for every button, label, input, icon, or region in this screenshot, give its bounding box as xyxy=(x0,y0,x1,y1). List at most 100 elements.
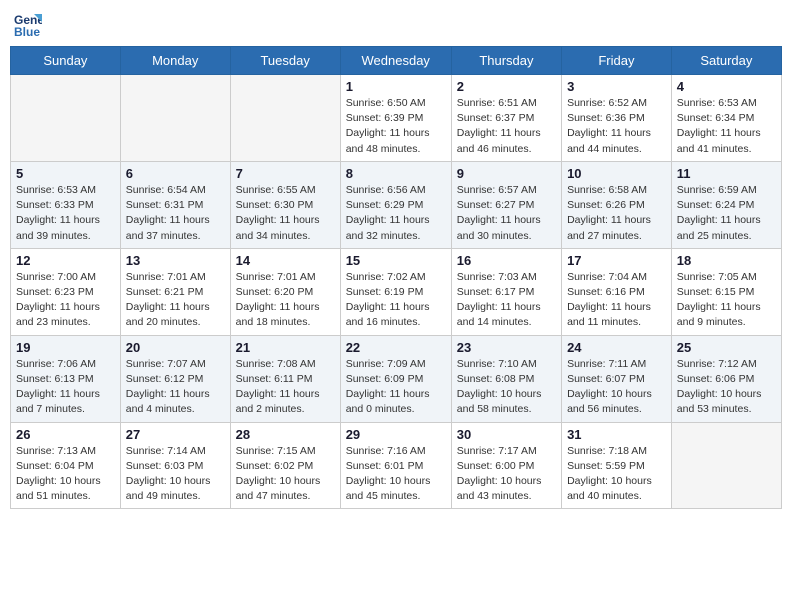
day-number: 27 xyxy=(126,427,225,442)
day-info: Sunrise: 7:04 AM Sunset: 6:16 PM Dayligh… xyxy=(567,270,666,331)
calendar-cell: 20 Sunrise: 7:07 AM Sunset: 6:12 PM Dayli… xyxy=(120,335,230,422)
calendar-cell: 7 Sunrise: 6:55 AM Sunset: 6:30 PM Daylig… xyxy=(230,161,340,248)
day-info: Sunrise: 7:12 AM Sunset: 6:06 PM Dayligh… xyxy=(677,357,776,418)
weekday-header-row: SundayMondayTuesdayWednesdayThursdayFrid… xyxy=(11,47,782,75)
calendar-cell: 17Sunrise: 7:04 AM Sunset: 6:16 PM Dayli… xyxy=(562,248,672,335)
day-number: 16 xyxy=(457,253,556,268)
calendar-cell: 23 Sunrise: 7:10 AM Sunset: 6:08 PM Dayli… xyxy=(451,335,561,422)
day-number: 4 xyxy=(677,79,776,94)
day-number: 28 xyxy=(236,427,335,442)
day-number: 30 xyxy=(457,427,556,442)
day-number: 2 xyxy=(457,79,556,94)
day-number: 11 xyxy=(677,166,776,181)
calendar-cell: 3 Sunrise: 6:52 AM Sunset: 6:36 PM Daylig… xyxy=(562,75,672,162)
day-info: Sunrise: 6:56 AM Sunset: 6:29 PM Dayligh… xyxy=(346,183,446,244)
day-info: Sunrise: 7:01 AM Sunset: 6:21 PM Dayligh… xyxy=(126,270,225,331)
week-row-5: 26Sunrise: 7:13 AM Sunset: 6:04 PM Dayli… xyxy=(11,422,782,509)
weekday-header-saturday: Saturday xyxy=(671,47,781,75)
calendar-cell: 19 Sunrise: 7:06 AM Sunset: 6:13 PM Dayli… xyxy=(11,335,121,422)
day-number: 18 xyxy=(677,253,776,268)
day-info: Sunrise: 7:09 AM Sunset: 6:09 PM Dayligh… xyxy=(346,357,446,418)
calendar-cell: 18 Sunrise: 7:05 AM Sunset: 6:15 PM Dayli… xyxy=(671,248,781,335)
calendar-cell xyxy=(11,75,121,162)
day-info: Sunrise: 7:16 AM Sunset: 6:01 PM Dayligh… xyxy=(346,444,446,505)
calendar-cell: 28 Sunrise: 7:15 AM Sunset: 6:02 PM Dayli… xyxy=(230,422,340,509)
day-number: 20 xyxy=(126,340,225,355)
day-info: Sunrise: 6:57 AM Sunset: 6:27 PM Dayligh… xyxy=(457,183,556,244)
day-number: 10 xyxy=(567,166,666,181)
calendar-cell: 11 Sunrise: 6:59 AM Sunset: 6:24 PM Dayli… xyxy=(671,161,781,248)
calendar-cell: 21Sunrise: 7:08 AM Sunset: 6:11 PM Dayli… xyxy=(230,335,340,422)
day-number: 14 xyxy=(236,253,335,268)
day-number: 3 xyxy=(567,79,666,94)
calendar-cell: 12 Sunrise: 7:00 AM Sunset: 6:23 PM Dayli… xyxy=(11,248,121,335)
calendar-cell: 16 Sunrise: 7:03 AM Sunset: 6:17 PM Dayli… xyxy=(451,248,561,335)
day-info: Sunrise: 7:03 AM Sunset: 6:17 PM Dayligh… xyxy=(457,270,556,331)
day-info: Sunrise: 6:51 AM Sunset: 6:37 PM Dayligh… xyxy=(457,96,556,157)
day-info: Sunrise: 6:52 AM Sunset: 6:36 PM Dayligh… xyxy=(567,96,666,157)
calendar-cell xyxy=(120,75,230,162)
day-number: 23 xyxy=(457,340,556,355)
weekday-header-friday: Friday xyxy=(562,47,672,75)
day-info: Sunrise: 7:01 AM Sunset: 6:20 PM Dayligh… xyxy=(236,270,335,331)
day-info: Sunrise: 7:14 AM Sunset: 6:03 PM Dayligh… xyxy=(126,444,225,505)
day-number: 1 xyxy=(346,79,446,94)
week-row-3: 12 Sunrise: 7:00 AM Sunset: 6:23 PM Dayli… xyxy=(11,248,782,335)
day-info: Sunrise: 7:15 AM Sunset: 6:02 PM Dayligh… xyxy=(236,444,335,505)
calendar-cell: 24 Sunrise: 7:11 AM Sunset: 6:07 PM Dayli… xyxy=(562,335,672,422)
day-info: Sunrise: 7:05 AM Sunset: 6:15 PM Dayligh… xyxy=(677,270,776,331)
calendar-cell: 10 Sunrise: 6:58 AM Sunset: 6:26 PM Dayli… xyxy=(562,161,672,248)
day-number: 24 xyxy=(567,340,666,355)
day-info: Sunrise: 7:10 AM Sunset: 6:08 PM Dayligh… xyxy=(457,357,556,418)
day-info: Sunrise: 6:53 AM Sunset: 6:33 PM Dayligh… xyxy=(16,183,115,244)
day-number: 31 xyxy=(567,427,666,442)
calendar-cell: 29 Sunrise: 7:16 AM Sunset: 6:01 PM Dayli… xyxy=(340,422,451,509)
day-number: 13 xyxy=(126,253,225,268)
day-number: 5 xyxy=(16,166,115,181)
calendar-table: SundayMondayTuesdayWednesdayThursdayFrid… xyxy=(10,46,782,509)
weekday-header-wednesday: Wednesday xyxy=(340,47,451,75)
calendar-cell: 22 Sunrise: 7:09 AM Sunset: 6:09 PM Dayli… xyxy=(340,335,451,422)
day-number: 19 xyxy=(16,340,115,355)
day-info: Sunrise: 7:17 AM Sunset: 6:00 PM Dayligh… xyxy=(457,444,556,505)
calendar-cell: 15 Sunrise: 7:02 AM Sunset: 6:19 PM Dayli… xyxy=(340,248,451,335)
day-number: 12 xyxy=(16,253,115,268)
calendar-cell: 5 Sunrise: 6:53 AM Sunset: 6:33 PM Daylig… xyxy=(11,161,121,248)
week-row-2: 5 Sunrise: 6:53 AM Sunset: 6:33 PM Daylig… xyxy=(11,161,782,248)
svg-text:Blue: Blue xyxy=(14,25,40,38)
calendar-cell: 26Sunrise: 7:13 AM Sunset: 6:04 PM Dayli… xyxy=(11,422,121,509)
day-info: Sunrise: 6:55 AM Sunset: 6:30 PM Dayligh… xyxy=(236,183,335,244)
day-info: Sunrise: 7:00 AM Sunset: 6:23 PM Dayligh… xyxy=(16,270,115,331)
day-info: Sunrise: 7:18 AM Sunset: 5:59 PM Dayligh… xyxy=(567,444,666,505)
calendar-cell: 9 Sunrise: 6:57 AM Sunset: 6:27 PM Daylig… xyxy=(451,161,561,248)
weekday-header-thursday: Thursday xyxy=(451,47,561,75)
week-row-4: 19 Sunrise: 7:06 AM Sunset: 6:13 PM Dayli… xyxy=(11,335,782,422)
calendar-cell: 2 Sunrise: 6:51 AM Sunset: 6:37 PM Daylig… xyxy=(451,75,561,162)
day-number: 8 xyxy=(346,166,446,181)
weekday-header-sunday: Sunday xyxy=(11,47,121,75)
day-info: Sunrise: 7:11 AM Sunset: 6:07 PM Dayligh… xyxy=(567,357,666,418)
weekday-header-monday: Monday xyxy=(120,47,230,75)
day-number: 21 xyxy=(236,340,335,355)
calendar-cell: 14 Sunrise: 7:01 AM Sunset: 6:20 PM Dayli… xyxy=(230,248,340,335)
calendar-cell: 1Sunrise: 6:50 AM Sunset: 6:39 PM Daylig… xyxy=(340,75,451,162)
calendar-cell: 13 Sunrise: 7:01 AM Sunset: 6:21 PM Dayli… xyxy=(120,248,230,335)
day-number: 22 xyxy=(346,340,446,355)
day-number: 29 xyxy=(346,427,446,442)
calendar-cell: 27 Sunrise: 7:14 AM Sunset: 6:03 PM Dayli… xyxy=(120,422,230,509)
logo: General Blue xyxy=(14,10,46,38)
day-info: Sunrise: 7:13 AM Sunset: 6:04 PM Dayligh… xyxy=(16,444,115,505)
day-info: Sunrise: 7:06 AM Sunset: 6:13 PM Dayligh… xyxy=(16,357,115,418)
day-number: 15 xyxy=(346,253,446,268)
day-info: Sunrise: 6:58 AM Sunset: 6:26 PM Dayligh… xyxy=(567,183,666,244)
day-info: Sunrise: 7:02 AM Sunset: 6:19 PM Dayligh… xyxy=(346,270,446,331)
calendar-cell: 30 Sunrise: 7:17 AM Sunset: 6:00 PM Dayli… xyxy=(451,422,561,509)
day-info: Sunrise: 6:59 AM Sunset: 6:24 PM Dayligh… xyxy=(677,183,776,244)
logo-icon: General Blue xyxy=(14,10,42,38)
day-info: Sunrise: 7:07 AM Sunset: 6:12 PM Dayligh… xyxy=(126,357,225,418)
calendar-cell xyxy=(671,422,781,509)
day-number: 9 xyxy=(457,166,556,181)
week-row-1: 1Sunrise: 6:50 AM Sunset: 6:39 PM Daylig… xyxy=(11,75,782,162)
calendar-cell: 4Sunrise: 6:53 AM Sunset: 6:34 PM Daylig… xyxy=(671,75,781,162)
day-number: 7 xyxy=(236,166,335,181)
